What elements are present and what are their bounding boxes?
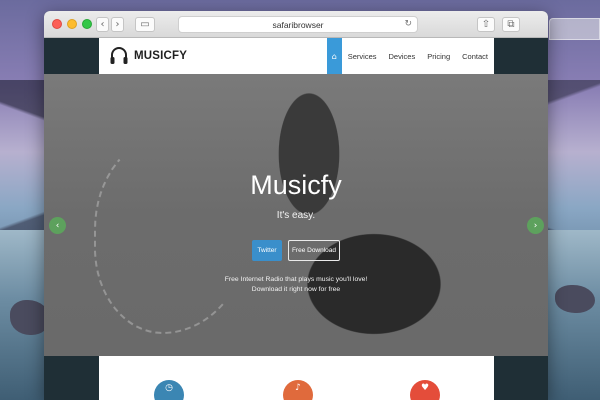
sidebar-icon: ▭ [140, 18, 150, 30]
chevron-right-icon: › [115, 18, 120, 30]
chevron-right-icon: › [533, 220, 538, 231]
site-navbar: MUSICFY ⌂ Services Devices Pricing Conta… [99, 38, 494, 74]
feature-circle[interactable]: ♪ [283, 380, 313, 400]
hero-description-line: Free Internet Radio that plays music you… [224, 276, 368, 283]
sidebar-button[interactable]: ▭ [135, 17, 155, 32]
clock-icon: ◷ [165, 383, 173, 393]
hero-image-cable [94, 134, 254, 334]
logo-text: MUSICFY [134, 50, 188, 62]
background-rock [555, 285, 595, 313]
twitter-button[interactable]: Twitter [252, 240, 282, 261]
forward-button[interactable]: › [111, 17, 124, 32]
reload-icon[interactable]: ↻ [404, 19, 412, 29]
minimize-window-button[interactable] [67, 19, 77, 29]
free-download-button[interactable]: Free Download [288, 240, 340, 261]
nav-item-home[interactable]: ⌂ [326, 38, 342, 74]
hero-title: Musicfy [250, 170, 342, 200]
hero-section: Musicfy It's easy. Twitter Free Download… [44, 74, 548, 356]
nav-item-devices[interactable]: Devices [383, 38, 422, 74]
back-button[interactable]: ‹ [96, 17, 109, 32]
home-icon: ⌂ [331, 51, 337, 61]
zoom-window-button[interactable] [82, 19, 92, 29]
tabs-icon: ⧉ [507, 18, 515, 30]
close-window-button[interactable] [52, 19, 62, 29]
main-nav: ⌂ Services Devices Pricing Contact [326, 38, 494, 74]
carousel-prev-button[interactable]: ‹ [49, 217, 66, 234]
chevron-left-icon: ‹ [100, 18, 105, 30]
hero-description: Free Internet Radio that plays music you… [44, 275, 548, 294]
headphones-icon [109, 46, 129, 66]
address-bar[interactable]: safaribrowser ↻ [178, 16, 418, 33]
share-button[interactable]: ⇧ [477, 17, 495, 32]
features-panel: ◷ ♪ ♥ [99, 356, 494, 400]
nav-item-contact[interactable]: Contact [456, 38, 494, 74]
browser-toolbar: ‹ › ▭ safaribrowser ↻ ⇧ ⧉ [44, 11, 548, 38]
chevron-left-icon: ‹ [55, 220, 60, 231]
background-tab [549, 18, 600, 40]
hero-subtitle: It's easy. [276, 210, 316, 221]
tabs-overview-button[interactable]: ⧉ [502, 17, 520, 32]
music-note-icon: ♪ [295, 383, 301, 393]
nav-item-services[interactable]: Services [342, 38, 383, 74]
heart-icon: ♥ [420, 383, 430, 393]
carousel-next-button[interactable]: › [527, 217, 544, 234]
nav-item-pricing[interactable]: Pricing [421, 38, 456, 74]
web-page: MUSICFY ⌂ Services Devices Pricing Conta… [44, 38, 548, 400]
feature-circle[interactable]: ♥ [410, 380, 440, 400]
feature-circle[interactable]: ◷ [154, 380, 184, 400]
share-icon: ⇧ [481, 18, 491, 30]
site-logo[interactable]: MUSICFY [109, 44, 187, 68]
browser-window: ‹ › ▭ safaribrowser ↻ ⇧ ⧉ MUSICFY ⌂ Serv… [44, 11, 548, 400]
address-text: safaribrowser [272, 19, 324, 30]
hero-description-line: Download it right now for free [251, 285, 341, 293]
